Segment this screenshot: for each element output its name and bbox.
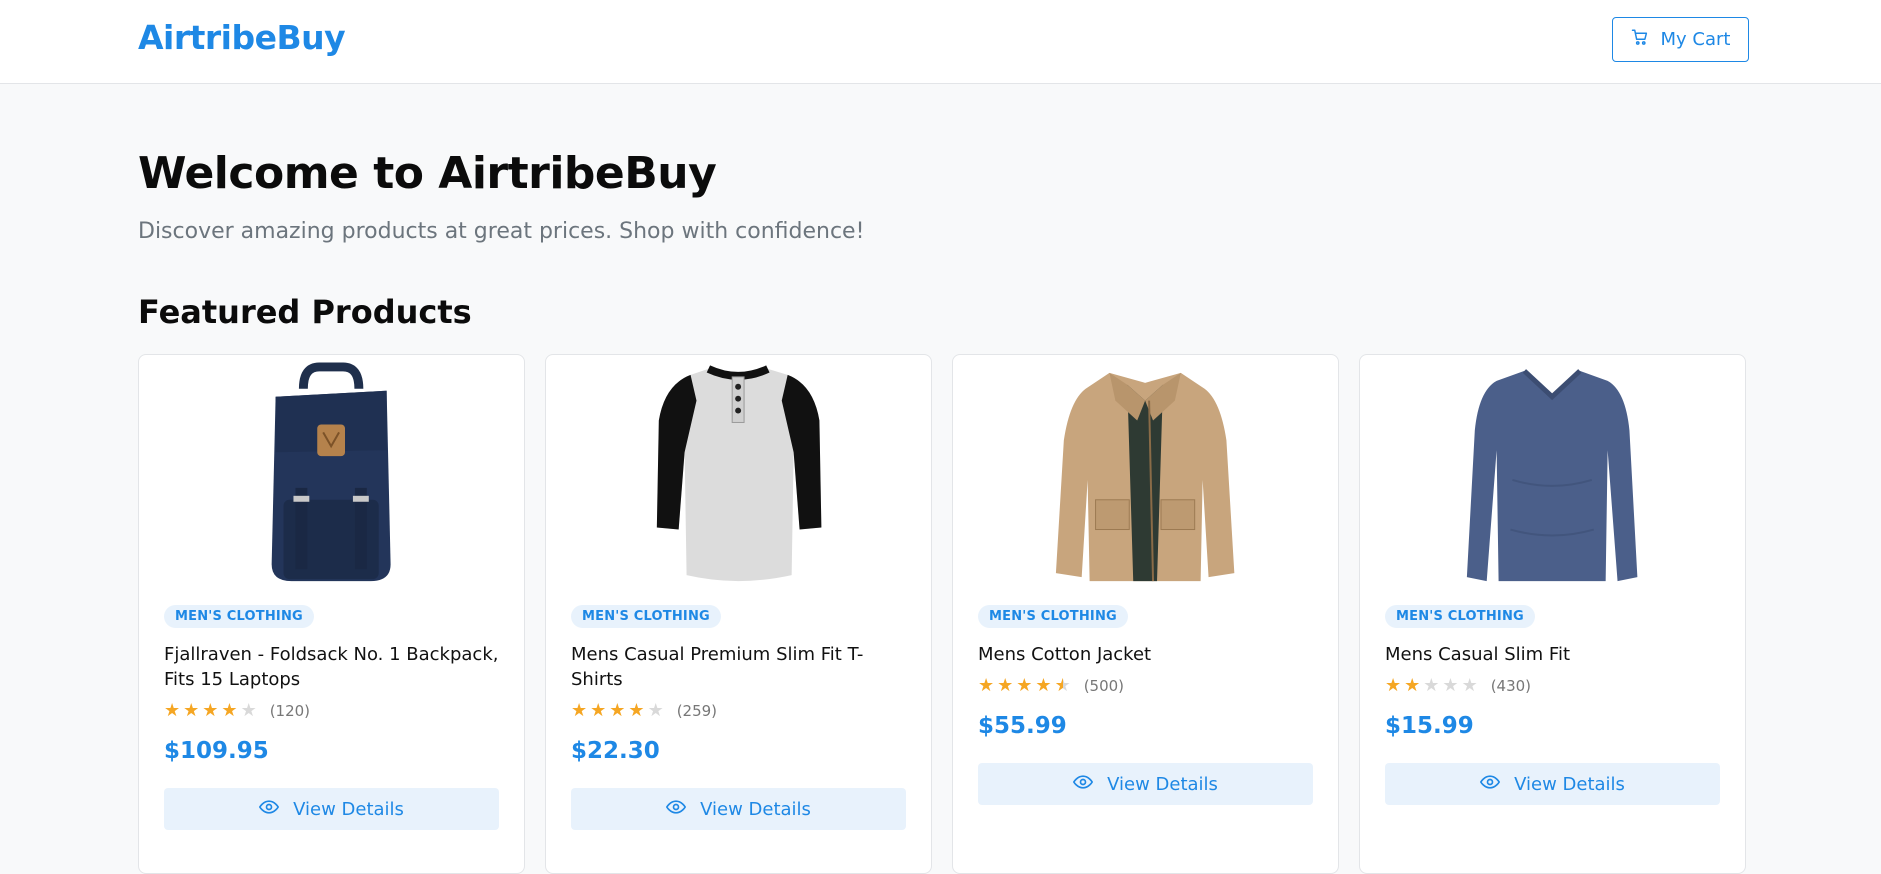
view-details-button[interactable]: View Details <box>571 788 906 830</box>
eye-icon <box>1479 772 1501 797</box>
star-full-icon: ★ <box>571 700 588 721</box>
brand-logo[interactable]: AirtribeBuy <box>138 18 346 57</box>
star-full-icon: ★ <box>202 700 219 721</box>
backpack-image[interactable] <box>164 355 499 595</box>
star-full-icon: ★ <box>978 675 995 696</box>
star-half-icon: ★ <box>1054 675 1071 696</box>
hero-subtitle: Discover amazing products at great price… <box>138 219 865 244</box>
product-title[interactable]: Mens Cotton Jacket <box>978 642 1313 667</box>
featured-products-heading: Featured Products <box>138 293 472 331</box>
product-card: MEN'S CLOTHING Mens Casual Slim Fit ★ ★ … <box>1359 354 1746 874</box>
cart-icon <box>1631 28 1649 51</box>
product-card: MEN'S CLOTHING Mens Casual Premium Slim … <box>545 354 932 874</box>
star-empty-icon: ★ <box>1442 675 1459 696</box>
view-details-label: View Details <box>700 798 811 820</box>
rating-count: (430) <box>1490 677 1532 695</box>
star-full-icon: ★ <box>628 700 645 721</box>
category-badge: MEN'S CLOTHING <box>1385 605 1535 628</box>
my-cart-button[interactable]: My Cart <box>1612 17 1749 62</box>
product-title[interactable]: Mens Casual Slim Fit <box>1385 642 1720 667</box>
product-title[interactable]: Fjallraven - Foldsack No. 1 Backpack, Fi… <box>164 642 499 692</box>
star-full-icon: ★ <box>1035 675 1052 696</box>
star-empty-icon: ★ <box>1461 675 1478 696</box>
hero-title: Welcome to AirtribeBuy <box>138 148 717 199</box>
view-details-button[interactable]: View Details <box>978 763 1313 805</box>
product-title[interactable]: Mens Casual Premium Slim Fit T-Shirts <box>571 642 906 692</box>
jacket-image[interactable] <box>978 355 1313 595</box>
star-full-icon: ★ <box>183 700 200 721</box>
raglan-shirt-image[interactable] <box>571 355 906 595</box>
rating-count: (259) <box>676 702 718 720</box>
view-details-label: View Details <box>1514 773 1625 795</box>
view-details-label: View Details <box>293 798 404 820</box>
star-empty-icon: ★ <box>1423 675 1440 696</box>
product-grid: MEN'S CLOTHING Fjallraven - Foldsack No.… <box>138 354 1749 874</box>
view-details-button[interactable]: View Details <box>164 788 499 830</box>
rating-count: (120) <box>269 702 311 720</box>
rating: ★ ★ ★ ★ ★ (430) <box>1385 675 1720 696</box>
star-full-icon: ★ <box>590 700 607 721</box>
view-details-button[interactable]: View Details <box>1385 763 1720 805</box>
rating: ★ ★ ★ ★ ★ (259) <box>571 700 906 721</box>
star-empty-icon: ★ <box>647 700 664 721</box>
product-price: $22.30 <box>571 738 660 764</box>
long-sleeve-shirt-image[interactable] <box>1385 355 1720 595</box>
rating: ★ ★ ★ ★ ★ (500) <box>978 675 1313 696</box>
product-price: $15.99 <box>1385 713 1474 739</box>
product-card: MEN'S CLOTHING Mens Cotton Jacket ★ ★ ★ … <box>952 354 1339 874</box>
product-card: MEN'S CLOTHING Fjallraven - Foldsack No.… <box>138 354 525 874</box>
view-details-label: View Details <box>1107 773 1218 795</box>
rating: ★ ★ ★ ★ ★ (120) <box>164 700 499 721</box>
star-full-icon: ★ <box>1385 675 1402 696</box>
category-badge: MEN'S CLOTHING <box>164 605 314 628</box>
eye-icon <box>665 797 687 822</box>
top-header: AirtribeBuy My Cart <box>0 0 1881 84</box>
category-badge: MEN'S CLOTHING <box>571 605 721 628</box>
product-price: $55.99 <box>978 713 1067 739</box>
star-full-icon: ★ <box>997 675 1014 696</box>
star-full-icon: ★ <box>609 700 626 721</box>
rating-count: (500) <box>1083 677 1125 695</box>
eye-icon <box>1072 772 1094 797</box>
eye-icon <box>258 797 280 822</box>
my-cart-label: My Cart <box>1660 29 1731 50</box>
star-full-icon: ★ <box>164 700 181 721</box>
product-price: $109.95 <box>164 738 269 764</box>
category-badge: MEN'S CLOTHING <box>978 605 1128 628</box>
star-full-icon: ★ <box>1016 675 1033 696</box>
star-full-icon: ★ <box>221 700 238 721</box>
star-empty-icon: ★ <box>240 700 257 721</box>
star-full-icon: ★ <box>1404 675 1421 696</box>
